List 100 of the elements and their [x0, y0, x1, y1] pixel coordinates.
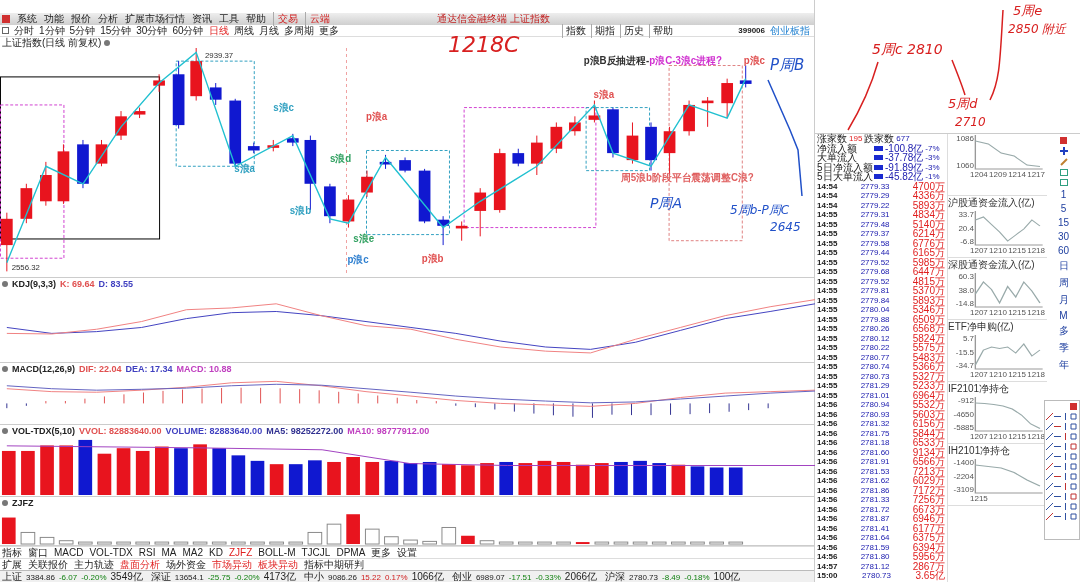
menu-item[interactable]: 云端 [305, 12, 330, 26]
period-button[interactable]: 月 [1058, 293, 1069, 307]
tick-volume: 6533万 [912, 438, 945, 448]
indicator-tab[interactable]: ZJFZ [228, 547, 253, 558]
period-tab[interactable]: 月线 [258, 23, 279, 38]
tick-volume: 7172万 [912, 485, 945, 495]
menu-item[interactable]: 分析 [98, 12, 118, 26]
extension-tab[interactable]: 板块异动 [258, 557, 298, 572]
period-button[interactable]: M [1059, 310, 1068, 321]
period-button[interactable]: 60 [1057, 245, 1070, 256]
menu-item[interactable]: 工具 [219, 12, 239, 26]
axis-label: -6.8 [959, 237, 974, 246]
index-price: 13654.1 [174, 572, 204, 582]
menu-item[interactable]: 系统 [17, 12, 37, 26]
indicator-tab[interactable]: MACD [54, 547, 84, 558]
period-tab[interactable]: 分时 [14, 23, 34, 38]
period-tab[interactable]: 5分钟 [69, 23, 96, 38]
handwritten-note: 5周b-P周C [730, 203, 790, 217]
indicator-value: VVOL: 82883640.00 [79, 425, 162, 436]
quick-link[interactable]: 指数 [562, 23, 587, 38]
extension-tab[interactable]: 指标中期研判 [304, 557, 364, 572]
period-button[interactable]: 30 [1057, 231, 1070, 242]
indicator-tab[interactable]: 指标 [2, 545, 22, 560]
extension-tab[interactable]: 盘面分析 [120, 557, 160, 572]
period-button[interactable]: 1 [1060, 189, 1067, 200]
period-tab[interactable]: 1分钟 [39, 23, 65, 38]
tick-price: 2779.52 [860, 257, 890, 267]
extension-tab[interactable]: 场外资金 [166, 557, 206, 572]
quick-link[interactable]: 帮助 [649, 23, 674, 38]
tick-time: 14:54 [817, 191, 838, 201]
period-tab[interactable]: 周线 [233, 23, 254, 38]
tick-price: 2780.73 [862, 571, 891, 581]
flow-label: 5日大单流入 [817, 172, 872, 182]
menu-item[interactable]: 扩展市场行情 [125, 12, 185, 26]
menu-item[interactable]: 资讯 [192, 12, 212, 26]
tick-volume: 6673万 [912, 504, 945, 514]
period-button[interactable]: 年 [1058, 358, 1069, 372]
period-tab[interactable]: 60分钟 [172, 23, 204, 38]
handwritten-note: 2850 附近 [1008, 22, 1067, 36]
handwritten-note: 5周c 2810 [872, 41, 943, 57]
menu-item[interactable]: 功能 [44, 12, 64, 26]
quick-link[interactable]: 期指 [591, 23, 616, 38]
menu-item[interactable]: 交易 [273, 12, 298, 26]
tick-time: 14:56 [817, 447, 838, 457]
handwritten-note: 2710 [955, 115, 986, 129]
indicator-tab[interactable]: 更多 [371, 545, 392, 560]
extension-tab[interactable]: 市场异动 [212, 557, 252, 572]
axis-label: 33.7 [957, 210, 974, 219]
tick-volume: 5327万 [912, 371, 945, 381]
mini-chart-title: ETF净申购(亿) [948, 320, 1015, 334]
security-link[interactable]: 创业板指 [770, 23, 810, 38]
tick-time: 14:56 [817, 438, 838, 448]
wave-label: s浪b [289, 205, 312, 217]
indicator-tab[interactable]: KD [209, 547, 223, 558]
extension-tab[interactable]: 主力轨迹 [74, 557, 114, 572]
period-tab[interactable]: 多周期 [283, 23, 314, 38]
indicator-tab[interactable]: RSI [138, 547, 156, 558]
axis-label: 1218 [1027, 308, 1045, 317]
period-button[interactable]: 5 [1060, 203, 1067, 214]
period-button[interactable]: 周 [1058, 276, 1069, 290]
tick-price: 2781.62 [860, 476, 890, 486]
tick-time: 14:55 [817, 286, 838, 296]
quick-link[interactable]: 历史 [620, 23, 645, 38]
index-name: 创业 [451, 570, 472, 582]
axis-label: -1400 [952, 458, 974, 467]
indicator-value: D: 83.55 [98, 278, 134, 289]
tick-time: 14:56 [817, 552, 838, 562]
tick-volume: 6776万 [912, 238, 945, 248]
menu-item[interactable]: 帮助 [246, 12, 266, 26]
period-button[interactable]: 多 [1058, 324, 1069, 338]
extension-tab[interactable]: 关联报价 [28, 557, 68, 572]
period-tab[interactable]: 更多 [318, 23, 339, 38]
tick-volume: 7256万 [912, 495, 945, 505]
indicator-tab[interactable]: BOLL-M [258, 547, 296, 558]
indicator-tab[interactable]: VOL-TDX [89, 547, 133, 558]
indicator-tab[interactable]: TJCJL [301, 547, 331, 558]
tick-price: 2779.29 [860, 191, 890, 201]
indicator-tab[interactable]: 窗口 [28, 545, 48, 560]
axis-label: 1210 [989, 370, 1007, 379]
flow-value: -37.78亿 [885, 153, 924, 163]
indicator-tab[interactable]: 设置 [397, 545, 418, 560]
period-button[interactable]: 日 [1058, 259, 1069, 273]
extension-tab[interactable]: 扩展 [2, 557, 22, 572]
period-tab[interactable]: 15分钟 [100, 23, 132, 38]
indicator-tab[interactable]: MA2 [182, 547, 204, 558]
tick-volume: 5956万 [912, 552, 945, 562]
indicator-tab[interactable]: MA [161, 547, 177, 558]
tick-time: 14:55 [817, 390, 838, 400]
menu-item[interactable]: 报价 [71, 12, 91, 26]
period-button[interactable]: 15 [1057, 217, 1070, 228]
period-tab[interactable]: 日线 [208, 23, 229, 38]
indicator-tab[interactable]: DPMA [336, 547, 366, 558]
tick-price: 2781.18 [860, 438, 890, 448]
period-button[interactable]: 季 [1058, 341, 1069, 355]
tick-price: 2779.52 [860, 276, 890, 286]
tick-price: 2779.22 [860, 200, 890, 210]
tick-price: 2780.73 [860, 371, 890, 381]
pattern-note: 周5浪b阶段平台震荡调整C浪? [620, 172, 754, 184]
period-tab[interactable]: 30分钟 [136, 23, 168, 38]
index-amount: 2066亿 [564, 570, 598, 582]
